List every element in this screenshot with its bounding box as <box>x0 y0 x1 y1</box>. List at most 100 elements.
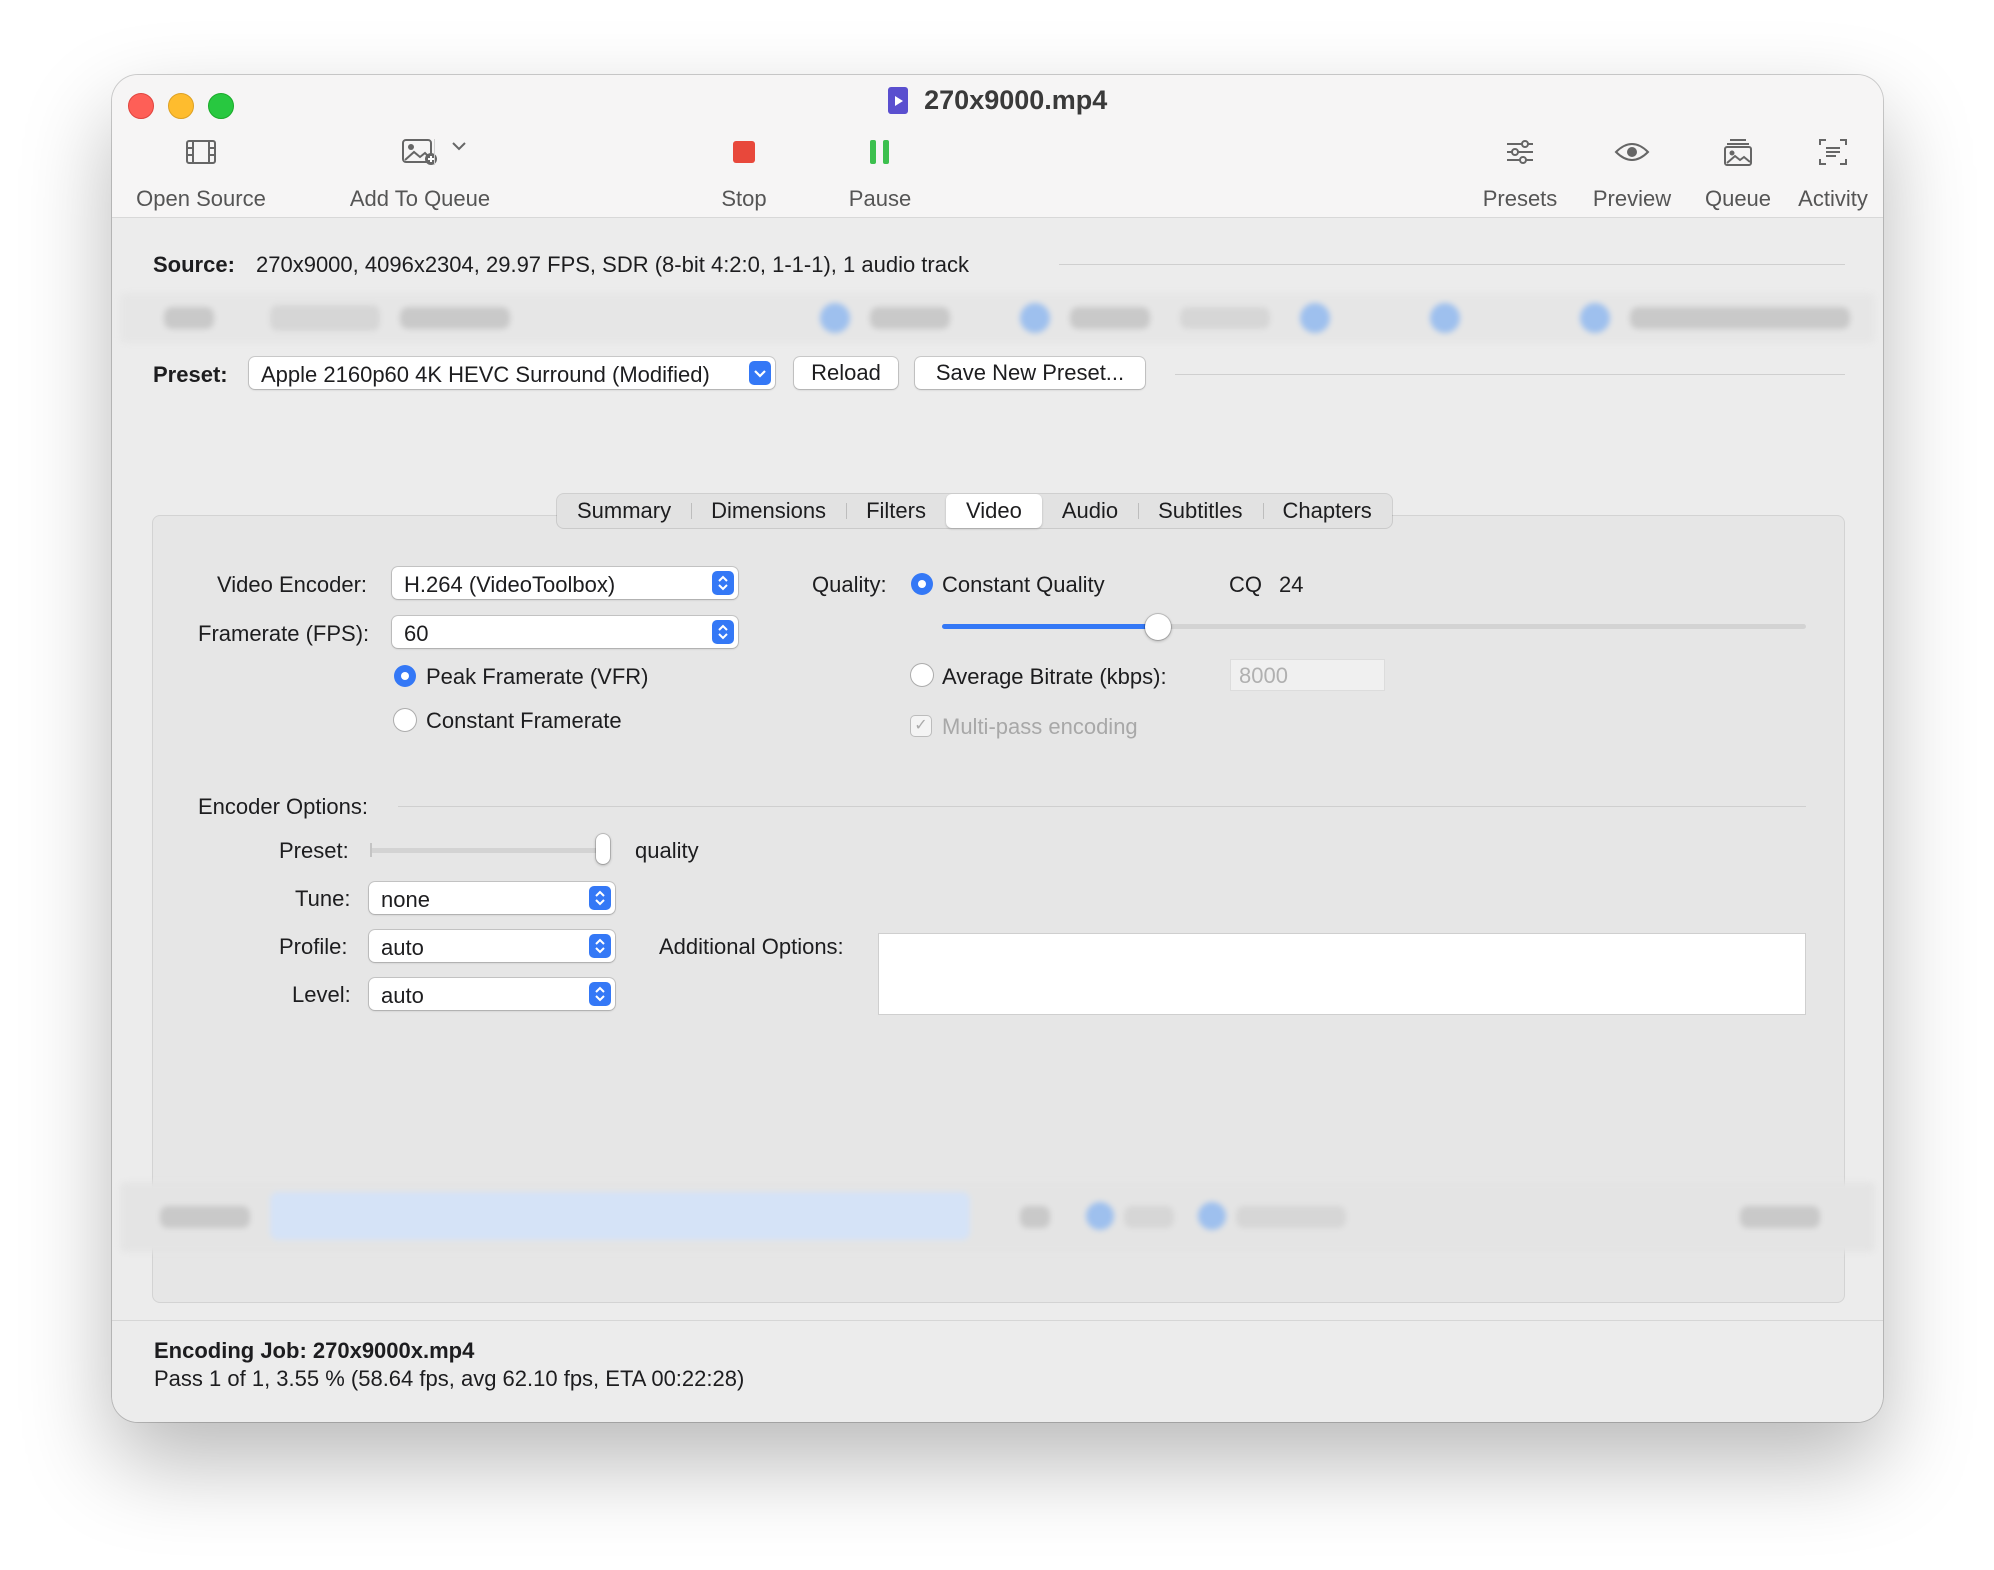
activity-button[interactable]: Activity <box>1788 130 1878 212</box>
status-bar: Encoding Job: 270x9000x.mp4 Pass 1 of 1,… <box>112 1320 1883 1422</box>
stacked-photos-icon <box>1724 139 1752 166</box>
presets-button[interactable]: Presets <box>1470 130 1570 212</box>
toolbar: 270x9000.mp4 Open Source Add To Queue St… <box>112 75 1883 218</box>
constant-quality-label: Constant Quality <box>942 572 1105 597</box>
eye-icon <box>1614 143 1650 161</box>
pause-button[interactable]: Pause <box>830 130 930 212</box>
multipass-label: Multi-pass encoding <box>942 714 1138 739</box>
add-photo-icon <box>402 139 437 165</box>
up-down-chevron-icon <box>589 982 611 1006</box>
level-label: Level: <box>292 982 351 1007</box>
stop-icon <box>733 141 755 163</box>
video-encoder-value: H.264 (VideoToolbox) <box>404 572 616 597</box>
average-bitrate-label: Average Bitrate (kbps): <box>942 664 1167 689</box>
app-window: 270x9000.mp4 Open Source Add To Queue St… <box>112 75 1883 1422</box>
encoder-preset-slider-knob[interactable] <box>596 834 610 864</box>
framerate-value: 60 <box>404 621 429 646</box>
film-icon <box>186 140 216 164</box>
preset-label: Preset: <box>153 362 228 387</box>
chevron-down-icon <box>749 361 771 385</box>
multipass-checkbox[interactable]: ✓ <box>911 716 931 736</box>
bitrate-field[interactable]: 8000 <box>1230 659 1385 691</box>
source-info: 270x9000, 4096x2304, 29.97 FPS, SDR (8-b… <box>256 252 969 277</box>
stop-button[interactable]: Stop <box>702 130 786 212</box>
framerate-label: Framerate (FPS): <box>198 621 370 646</box>
source-label: Source: <box>153 252 235 277</box>
level-popup[interactable]: auto <box>369 978 615 1010</box>
quality-slider-fill <box>942 624 1158 629</box>
tune-popup[interactable]: none <box>369 882 615 914</box>
up-down-chevron-icon <box>712 620 734 644</box>
window-title-area: 270x9000.mp4 <box>112 85 1883 116</box>
encoder-preset-label: Preset: <box>279 838 349 863</box>
sliders-icon <box>1507 140 1533 164</box>
tab-summary[interactable]: Summary <box>557 494 691 528</box>
tab-dimensions[interactable]: Dimensions <box>691 494 846 528</box>
main-content: Source: 270x9000, 4096x2304, 29.97 FPS, … <box>112 218 1883 1320</box>
tune-value: none <box>381 887 430 912</box>
tab-audio[interactable]: Audio <box>1042 494 1138 528</box>
preset-value: Apple 2160p60 4K HEVC Surround (Modified… <box>261 362 710 387</box>
preset-divider <box>1175 374 1845 375</box>
stop-label: Stop <box>721 186 767 211</box>
window-title: 270x9000.mp4 <box>924 85 1108 115</box>
constant-framerate-radio[interactable] <box>394 709 416 731</box>
queue-button[interactable]: Queue <box>1690 130 1786 212</box>
average-bitrate-radio[interactable] <box>911 664 933 686</box>
range-row-blurred <box>120 293 1875 343</box>
encoder-preset-value: quality <box>635 838 699 863</box>
add-to-queue-menu-button[interactable] <box>450 137 468 160</box>
preset-popup[interactable]: Apple 2160p60 4K HEVC Surround (Modified… <box>249 357 775 389</box>
up-down-chevron-icon <box>589 886 611 910</box>
save-new-preset-button[interactable]: Save New Preset... <box>915 357 1145 389</box>
activity-label: Activity <box>1798 186 1868 211</box>
tab-filters[interactable]: Filters <box>846 494 946 528</box>
activity-log-icon <box>1819 139 1847 165</box>
quality-slider-knob[interactable] <box>1145 614 1171 640</box>
preview-label: Preview <box>1592 186 1672 211</box>
encoder-options-title: Encoder Options: <box>198 794 368 819</box>
constant-framerate-label: Constant Framerate <box>426 708 622 733</box>
add-to-queue-button[interactable]: Add To Queue <box>334 130 506 212</box>
quality-label: Quality: <box>812 572 887 597</box>
pause-label: Pause <box>848 186 912 211</box>
tab-subtitles[interactable]: Subtitles <box>1138 494 1262 528</box>
tab-chapters[interactable]: Chapters <box>1262 494 1392 528</box>
profile-popup[interactable]: auto <box>369 930 615 962</box>
queue-label: Queue <box>1704 186 1772 211</box>
reload-button[interactable]: Reload <box>794 357 898 389</box>
encoding-job-title: Encoding Job: 270x9000x.mp4 <box>154 1338 475 1363</box>
additional-options-input[interactable] <box>878 933 1806 1015</box>
cq-label: CQ <box>1229 572 1262 597</box>
profile-value: auto <box>381 935 424 960</box>
pause-icon <box>870 140 890 164</box>
destination-row-blurred <box>120 1182 1875 1252</box>
framerate-popup[interactable]: 60 <box>392 616 738 648</box>
tab-video[interactable]: Video <box>945 494 1042 528</box>
preview-button[interactable]: Preview <box>1578 130 1686 212</box>
up-down-chevron-icon <box>589 934 611 958</box>
level-value: auto <box>381 983 424 1008</box>
additional-options-label: Additional Options: <box>659 934 844 959</box>
open-source-label: Open Source <box>136 186 266 211</box>
video-file-icon <box>887 87 908 114</box>
video-encoder-popup[interactable]: H.264 (VideoToolbox) <box>392 567 738 599</box>
peak-framerate-label: Peak Framerate (VFR) <box>426 664 649 689</box>
open-source-button[interactable]: Open Source <box>130 130 272 212</box>
profile-label: Profile: <box>279 934 348 959</box>
video-encoder-label: Video Encoder: <box>217 572 368 597</box>
up-down-chevron-icon <box>712 571 734 595</box>
constant-quality-radio[interactable] <box>911 573 933 595</box>
presets-label: Presets <box>1482 186 1558 211</box>
settings-tabs: Summary Dimensions Filters Video Audio S… <box>557 494 1392 528</box>
peak-framerate-radio[interactable] <box>394 665 416 687</box>
source-divider <box>1059 264 1845 265</box>
encoder-preset-slider-track[interactable] <box>370 848 610 853</box>
chevron-down-icon <box>452 142 466 151</box>
encoding-progress-text: Pass 1 of 1, 3.55 % (58.64 fps, avg 62.1… <box>154 1366 745 1391</box>
slider-tick <box>370 843 372 857</box>
tune-label: Tune: <box>295 886 351 911</box>
cq-value: 24 <box>1279 572 1304 597</box>
toolbar-divider <box>434 139 435 165</box>
add-to-queue-label: Add To Queue <box>349 186 491 211</box>
